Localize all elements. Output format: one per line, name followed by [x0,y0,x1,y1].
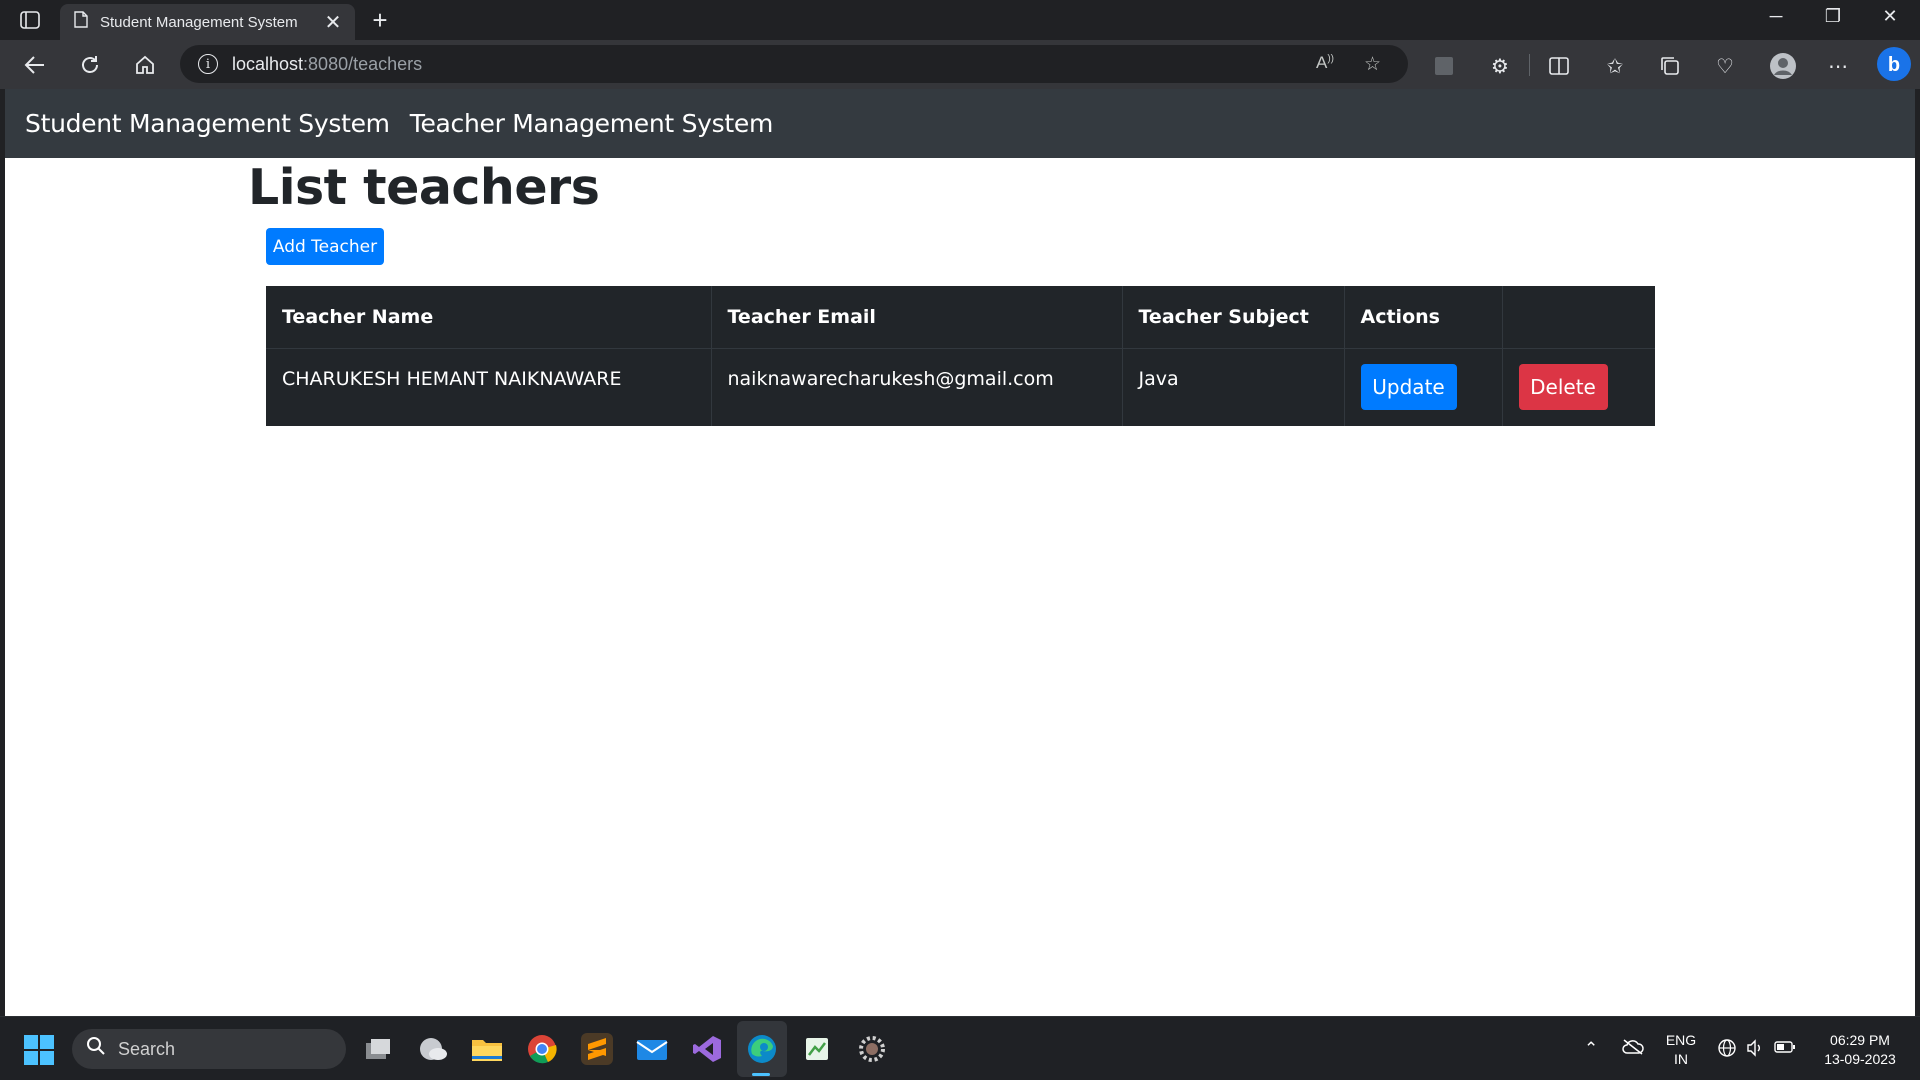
file-explorer-icon[interactable] [471,1033,503,1065]
battery-icon[interactable] [1774,1039,1796,1059]
mail-icon[interactable] [636,1033,668,1065]
read-aloud-icon[interactable]: A)) [1316,53,1334,73]
url-host: localhost [232,53,304,74]
column-header-empty [1502,286,1655,348]
toolbar-divider [1529,54,1530,76]
svg-text:b: b [1888,54,1900,76]
tab-title: Student Management System [100,13,298,31]
update-button[interactable]: Update [1360,363,1457,410]
favorite-star-icon[interactable]: ☆ [1364,53,1381,76]
tray-overflow-chevron-icon[interactable]: ⌃ [1584,1039,1598,1059]
more-menu-icon[interactable]: ⋯ [1824,52,1852,80]
taskbar-search-box[interactable]: Search [72,1029,346,1069]
refresh-icon[interactable] [75,50,105,80]
teacher-name-cell: CHARUKESH HEMANT NAIKNAWARE [266,347,712,426]
page-favicon-icon [74,11,88,33]
extension-icon[interactable] [1430,52,1458,80]
windows-taskbar: Search ⌃ ENG IN 06:29 PM 13-09-2023 [0,1016,1920,1080]
settings-icon[interactable] [856,1033,888,1065]
favorites-icon[interactable]: ✩ [1601,52,1629,80]
restore-button[interactable]: ❐ [1813,6,1853,27]
edge-icon[interactable] [746,1033,778,1065]
profile-icon[interactable] [1769,52,1797,80]
column-header-email: Teacher Email [711,286,1123,348]
table-row: CHARUKESH HEMANT NAIKNAWARE naiknawarech… [266,347,1655,426]
language-indicator[interactable]: ENG IN [1662,1031,1700,1069]
task-view-icon[interactable] [362,1033,394,1065]
edge-running-indicator [752,1073,770,1076]
language-code: ENG [1665,1032,1697,1048]
region-code: IN [1674,1051,1688,1067]
search-icon [86,1036,106,1062]
notepad-icon[interactable] [801,1033,833,1065]
visual-studio-icon[interactable] [691,1033,723,1065]
minimize-button[interactable]: ─ [1756,6,1796,27]
teachers-table: Teacher Name Teacher Email Teacher Subje… [266,286,1655,426]
sublime-text-icon[interactable] [581,1033,613,1065]
delete-action-cell: Delete [1502,347,1655,426]
split-screen-icon[interactable] [1545,52,1573,80]
clock-date: 13-09-2023 [1824,1051,1896,1067]
address-bar[interactable]: i localhost:8080/teachers A)) ☆ [180,45,1408,83]
clock-time: 06:29 PM [1830,1032,1890,1048]
column-header-subject: Teacher Subject [1122,286,1345,348]
browser-essentials-icon[interactable]: ♡ [1711,52,1739,80]
windows-start-icon[interactable] [24,1035,54,1065]
browser-tab[interactable]: Student Management System ✕ [60,4,355,40]
new-tab-button[interactable]: + [366,6,394,34]
browser-toolbar: i localhost:8080/teachers A)) ☆ ⚙ ✩ ♡ ⋯ … [0,40,1920,89]
column-header-name: Teacher Name [266,286,712,348]
nav-link-student-management[interactable]: Student Management System [25,109,390,138]
network-globe-icon[interactable] [1718,1039,1736,1062]
nav-link-teacher-management[interactable]: Teacher Management System [410,109,774,138]
update-action-cell: Update [1344,347,1503,426]
back-icon[interactable] [20,50,50,80]
chrome-icon[interactable] [526,1033,558,1065]
table-header-row: Teacher Name Teacher Email Teacher Subje… [266,286,1655,348]
weather-icon[interactable] [417,1033,449,1065]
collections-icon[interactable] [1656,52,1684,80]
app-navbar: Student Management System Teacher Manage… [5,89,1915,158]
browser-titlebar: Student Management System ✕ + ─ ❐ ✕ [0,0,1920,40]
teacher-email-cell: naiknawarecharukesh@gmail.com [711,347,1123,426]
url-path: :8080/teachers [303,53,423,74]
teacher-subject-cell: Java [1122,347,1345,426]
page-title: List teachers [248,159,600,216]
column-header-actions: Actions [1344,286,1503,348]
tab-close-icon[interactable]: ✕ [323,10,343,35]
close-window-button[interactable]: ✕ [1870,6,1910,27]
add-teacher-button[interactable]: Add Teacher [266,228,384,265]
page-viewport: Student Management System Teacher Manage… [5,89,1915,1016]
tab-actions-icon[interactable] [14,8,46,32]
home-icon[interactable] [130,50,160,80]
site-info-icon[interactable]: i [198,54,218,74]
onedrive-offline-icon[interactable] [1622,1039,1644,1060]
volume-icon[interactable] [1746,1039,1764,1062]
clock[interactable]: 06:29 PM 13-09-2023 [1814,1031,1906,1069]
search-placeholder: Search [118,1038,176,1059]
extensions-puzzle-icon[interactable]: ⚙ [1486,52,1514,80]
copilot-icon[interactable]: b [1876,46,1912,82]
delete-button[interactable]: Delete [1518,363,1608,410]
